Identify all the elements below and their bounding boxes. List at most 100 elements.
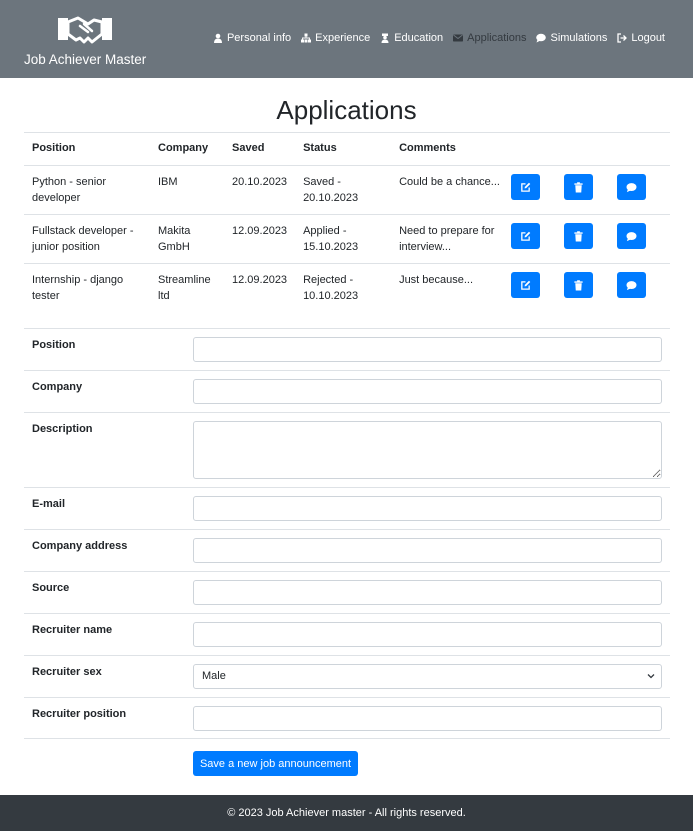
email-input[interactable] xyxy=(193,496,662,521)
nav-applications[interactable]: Applications xyxy=(453,32,526,44)
nav-label: Experience xyxy=(315,32,371,44)
footer: © 2023 Job Achiever master - All rights … xyxy=(0,795,693,831)
trash-icon xyxy=(574,230,583,242)
company-address-label: Company address xyxy=(32,540,128,552)
form-row-recruiter-sex: Recruiter sex Male xyxy=(24,655,670,697)
comment-icon xyxy=(536,33,547,43)
user-icon xyxy=(213,33,222,43)
company-input[interactable] xyxy=(193,379,662,404)
delete-button[interactable] xyxy=(564,272,594,298)
top-navbar: Job Achiever Master Personal info Experi… xyxy=(0,0,693,78)
description-textarea[interactable] xyxy=(193,421,662,479)
cell-position: Internship - django tester xyxy=(24,263,150,313)
nav-education[interactable]: Education xyxy=(380,32,443,44)
column-header-saved: Saved xyxy=(224,132,296,166)
cell-delete xyxy=(564,165,617,215)
nav-label: Applications xyxy=(467,32,527,44)
delete-button[interactable] xyxy=(564,223,594,249)
edit-button[interactable] xyxy=(511,223,541,249)
recruiter-sex-label: Recruiter sex xyxy=(32,666,102,678)
table-row: Internship - django tester Streamline lt… xyxy=(24,263,670,313)
position-label: Position xyxy=(32,339,76,351)
footer-copyright: © 2023 Job Achiever master - All rights … xyxy=(227,807,466,819)
cell-delete xyxy=(564,263,617,313)
nav-personal-info[interactable]: Personal info xyxy=(213,32,291,44)
source-input[interactable] xyxy=(193,580,662,605)
nav-label: Simulations xyxy=(550,32,608,44)
applications-table: Position Company Saved Status Comments P… xyxy=(24,132,670,313)
logout-icon xyxy=(617,33,628,43)
comment-button[interactable] xyxy=(617,223,646,249)
nav-label: Logout xyxy=(631,32,665,44)
chevron-down-icon xyxy=(647,674,655,679)
table-row: Fullstack developer - junior position Ma… xyxy=(24,214,670,264)
cell-comments: Need to prepare for interview... xyxy=(391,214,512,264)
sitemap-icon xyxy=(301,33,312,43)
cell-company: Makita GmbH xyxy=(150,214,224,264)
table-header-row: Position Company Saved Status Comments xyxy=(24,132,670,166)
form-row-email: E-mail xyxy=(24,487,670,529)
brand[interactable]: Job Achiever Master xyxy=(24,12,148,72)
column-header-status: Status xyxy=(295,132,392,166)
recruiter-name-input[interactable] xyxy=(193,622,662,647)
column-header-position: Position xyxy=(24,132,150,166)
nav-label: Education xyxy=(394,32,444,44)
edit-button[interactable] xyxy=(511,174,541,200)
table-row: Python - senior developer IBM 20.10.2023… xyxy=(24,165,670,215)
edit-icon xyxy=(521,182,531,192)
delete-button[interactable] xyxy=(564,174,594,200)
comment-icon xyxy=(626,182,637,192)
cell-delete xyxy=(564,214,617,264)
cell-chat xyxy=(617,214,670,264)
cell-saved: 12.09.2023 xyxy=(224,214,296,264)
recruiter-sex-select[interactable]: Male xyxy=(193,664,662,689)
column-header-delete xyxy=(564,132,617,166)
cell-edit xyxy=(511,263,565,313)
nav-logout[interactable]: Logout xyxy=(617,32,665,44)
column-header-chat xyxy=(617,132,670,166)
edit-icon xyxy=(521,231,531,241)
cell-position: Python - senior developer xyxy=(24,165,150,215)
recruiter-position-input[interactable] xyxy=(193,706,662,731)
cell-edit xyxy=(511,214,565,264)
comment-button[interactable] xyxy=(617,272,646,298)
save-job-announcement-button[interactable]: Save a new job announcement xyxy=(193,751,358,776)
form-row-recruiter-name: Recruiter name xyxy=(24,613,670,655)
form-row-description: Description xyxy=(24,412,670,487)
edit-button[interactable] xyxy=(511,272,541,298)
company-label: Company xyxy=(32,381,83,393)
company-address-input[interactable] xyxy=(193,538,662,563)
handshake-icon xyxy=(58,16,112,44)
graduate-icon xyxy=(381,33,389,43)
cell-company: Streamline ltd xyxy=(150,263,224,313)
cell-chat xyxy=(617,263,670,313)
form-row-position: Position xyxy=(24,328,670,370)
cell-comments: Could be a chance... xyxy=(391,165,512,215)
trash-icon xyxy=(574,279,583,291)
comment-button[interactable] xyxy=(617,174,646,200)
edit-icon xyxy=(521,280,531,290)
column-header-edit xyxy=(511,132,565,166)
brand-name: Job Achiever Master xyxy=(24,52,147,67)
trash-icon xyxy=(574,181,583,193)
column-header-company: Company xyxy=(150,132,224,166)
cell-status: Applied - 15.10.2023 xyxy=(295,214,392,264)
form-row-company: Company xyxy=(24,370,670,412)
cell-comments: Just because... xyxy=(391,263,512,313)
position-input[interactable] xyxy=(193,337,662,362)
cell-status: Rejected - 10.10.2023 xyxy=(295,263,392,313)
description-label: Description xyxy=(32,423,93,435)
page-title: Applications xyxy=(276,95,417,125)
nav-simulations[interactable]: Simulations xyxy=(536,32,607,44)
form-row-recruiter-position: Recruiter position xyxy=(24,697,670,739)
nav-label: Personal info xyxy=(226,32,292,44)
recruiter-sex-value: Male xyxy=(202,670,226,682)
envelope-icon xyxy=(453,34,464,42)
cell-saved: 20.10.2023 xyxy=(224,165,296,215)
recruiter-position-label: Recruiter position xyxy=(32,708,127,720)
cell-status: Saved - 20.10.2023 xyxy=(295,165,392,215)
source-label: Source xyxy=(32,582,70,594)
cell-company: IBM xyxy=(150,165,224,215)
cell-edit xyxy=(511,165,565,215)
nav-experience[interactable]: Experience xyxy=(301,32,370,44)
